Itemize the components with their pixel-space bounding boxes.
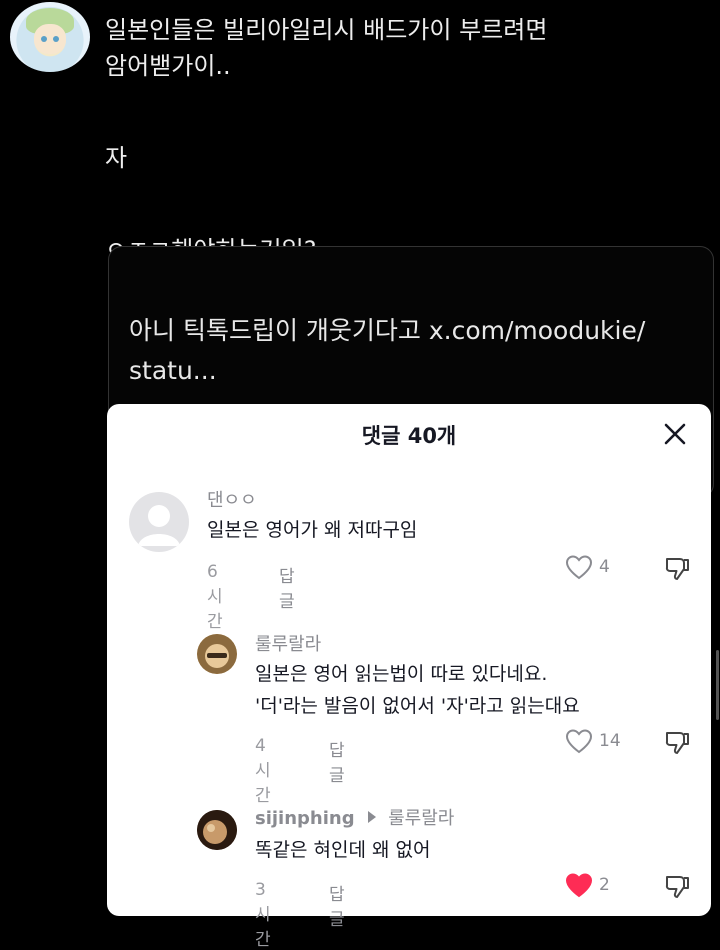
avatar[interactable] [197,634,237,674]
comment-author-name: sijinphing [255,808,355,829]
comments-sheet: 댓글 40개 댄ㅇㅇ 일본은 영어가 왜 저따구임 6시간 답글 4 룰루랄라 … [107,404,711,950]
reply-button[interactable]: 답글 [329,880,345,930]
dislike-icon[interactable] [663,554,691,582]
post-view: 일본인들은 빌리아일리시 배드가이 부르려면 암어밷가이.. 자 ㅇㅈㄹ해야하는… [0,0,720,950]
like-button[interactable]: 2 [565,872,610,898]
comment-time: 4시간 [255,736,271,806]
heart-icon [565,729,593,754]
post-line: 자 [105,144,128,172]
user-avatar-icon [197,634,237,674]
comment-time: 6시간 [207,562,223,632]
dislike-icon[interactable] [663,872,691,900]
post-line: 암어밷가이.. [105,52,231,80]
heart-icon [565,555,593,580]
post-body: 일본인들은 빌리아일리시 배드가이 부르려면 암어밷가이.. 자 ㅇㅈㄹ해야하는… [105,12,705,268]
comment-line: 똑같은 혀인데 왜 없어 [255,839,431,861]
like-count: 4 [599,557,610,577]
reply-button[interactable]: 답글 [279,562,295,612]
comment-line: 일본은 영어가 왜 저따구임 [207,519,418,541]
comment-time: 3시간 [255,880,271,950]
comment-line: 일본은 영어 읽는법이 따로 있다네요. [255,663,548,685]
comment-text: 일본은 영어가 왜 저따구임 [207,514,417,546]
comment-text: 똑같은 혀인데 왜 없어 [255,834,430,866]
quoted-line: 아니 틱톡드립이 개웃기다고 x.com/moodukie/ [129,316,646,345]
user-avatar-icon [197,810,237,850]
avatar[interactable] [197,810,237,850]
comment-author[interactable]: 댄ㅇㅇ [207,486,257,512]
comment-author[interactable]: 룰루랄라 [255,630,321,656]
quoted-post-text: 아니 틱톡드립이 개웃기다고 x.com/moodukie/ statu... [129,311,689,391]
quoted-line: statu... [129,356,217,385]
reply-arrow-icon [368,811,377,823]
comment-author[interactable]: sijinphing 룰루랄라 [255,804,454,830]
scrollbar[interactable] [716,650,719,720]
post-line: 일본인들은 빌리아일리시 배드가이 부르려면 [105,16,548,44]
close-icon[interactable] [663,422,687,446]
heart-icon [565,873,593,898]
comment-line: '더'라는 발음이 없어서 '자'라고 읽는대요 [255,695,580,717]
like-count: 2 [599,875,610,895]
avatar[interactable] [129,492,189,552]
default-avatar-icon [138,505,180,546]
reply-button[interactable]: 답글 [329,736,345,786]
reply-to-name: 룰루랄라 [388,808,455,829]
comment-text: 일본은 영어 읽는법이 따로 있다네요. '더'라는 발음이 없어서 '자'라고… [255,658,580,722]
dislike-icon[interactable] [663,728,691,756]
comments-title: 댓글 40개 [361,424,457,448]
like-button[interactable]: 4 [565,554,610,580]
like-count: 14 [599,731,621,751]
like-button[interactable]: 14 [565,728,621,754]
author-avatar[interactable] [10,2,90,72]
